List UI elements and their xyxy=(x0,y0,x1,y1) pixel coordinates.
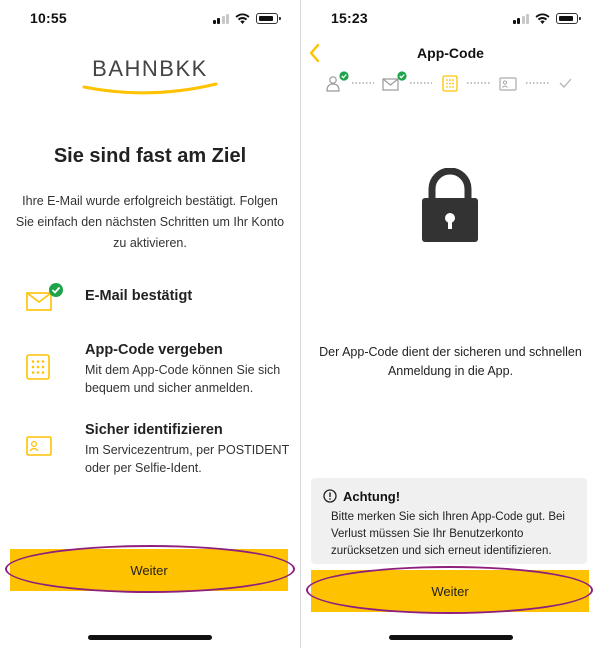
status-icons xyxy=(512,12,581,24)
continue-button[interactable]: Weiter xyxy=(10,549,288,591)
wifi-icon xyxy=(235,13,250,24)
progress-checkmark-icon xyxy=(559,78,572,88)
progress-person-icon xyxy=(326,71,349,92)
signal-icon xyxy=(512,13,529,24)
progress-id-card-icon xyxy=(499,77,517,91)
home-indicator xyxy=(88,635,212,640)
progress-envelope-icon xyxy=(382,71,407,91)
logo-text-bkk: BKK xyxy=(159,56,208,81)
intro-text: Ihre E-Mail wurde erfolgreich bestätigt.… xyxy=(15,194,285,250)
info-warning-icon xyxy=(323,489,337,503)
lock-icon xyxy=(422,168,478,242)
step-description: Im Servicezentrum, per POSTIDENT oder pe… xyxy=(85,443,289,475)
battery-icon xyxy=(256,13,281,24)
id-card-icon xyxy=(26,436,52,456)
nav-title: App-Code xyxy=(417,45,484,61)
status-time: 15:23 xyxy=(331,10,368,26)
notice-body: Bitte merken Sie sich Ihren App-Code gut… xyxy=(331,511,565,557)
battery-icon xyxy=(556,13,581,24)
onboarding-overview-screen: 10:55 BAHNBKK Sie sind fast am Ziel Ihre… xyxy=(0,0,300,648)
app-code-screen: 15:23 App-Code Der App-Code dient der si… xyxy=(301,0,600,648)
progress-keypad-icon xyxy=(442,75,458,92)
step-title: Sicher identifizieren xyxy=(85,422,223,438)
envelope-icon xyxy=(26,283,63,311)
home-indicator xyxy=(389,635,513,640)
notice-title: Achtung! xyxy=(343,489,401,504)
continue-button[interactable]: Weiter xyxy=(311,570,589,612)
signal-icon xyxy=(212,13,229,24)
status-icons xyxy=(212,12,281,24)
step-description: Mit dem App-Code können Sie sich bequem … xyxy=(85,363,281,395)
page-title: Sie sind fast am Ziel xyxy=(53,145,247,167)
app-code-description: Der App-Code dient der sicheren und schn… xyxy=(319,345,582,378)
progress-stepper xyxy=(326,71,572,92)
step-title: E-Mail bestätigt xyxy=(85,288,193,304)
warning-notice: Achtung! Bitte merken Sie sich Ihren App… xyxy=(311,478,587,564)
step-title: App-Code vergeben xyxy=(85,342,223,358)
logo-swoosh xyxy=(82,82,218,95)
status-time: 10:55 xyxy=(30,10,67,26)
wifi-icon xyxy=(535,13,550,24)
logo-text-bahn: BAHN xyxy=(92,56,160,81)
bahn-bkk-logo: BAHNBKK xyxy=(0,56,300,95)
keypad-icon xyxy=(26,354,50,380)
